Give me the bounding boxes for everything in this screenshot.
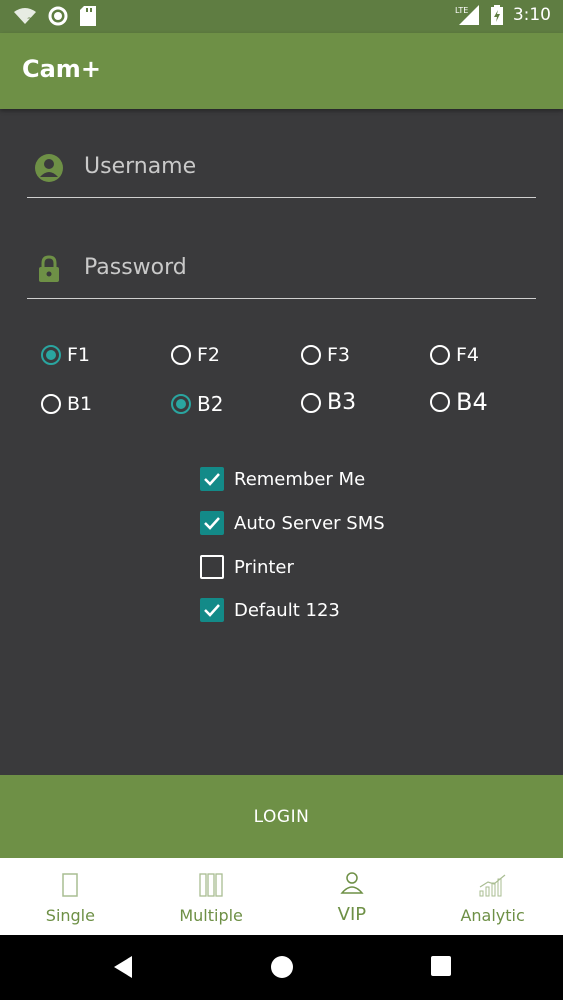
radio-b2[interactable]: B2 [171, 392, 223, 416]
checkbox[interactable] [200, 555, 224, 579]
radio-f1[interactable]: F1 [41, 344, 90, 366]
checkbox-default-123[interactable]: Default 123 [200, 598, 340, 622]
battery-icon [490, 5, 503, 25]
lte-label: LTE [455, 6, 468, 15]
radio-f4[interactable]: F4 [430, 344, 479, 366]
radio-button[interactable] [171, 394, 191, 414]
radio-b3[interactable]: B3 [301, 390, 356, 415]
tab-vip[interactable]: VIP [282, 858, 423, 935]
checkbox-auto-server-sms[interactable]: Auto Server SMS [200, 511, 385, 535]
tab-analytic[interactable]: Analytic [422, 858, 563, 935]
radio-b1[interactable]: B1 [41, 393, 92, 415]
sd-card-icon [80, 6, 96, 26]
radio-b4[interactable]: B4 [430, 388, 488, 416]
checkbox-remember-me[interactable]: Remember Me [200, 467, 365, 491]
login-button[interactable]: LOGIN [0, 775, 563, 858]
radio-f3[interactable]: F3 [301, 344, 350, 366]
checkbox-printer[interactable]: Printer [200, 555, 294, 579]
system-navigation-bar [0, 935, 563, 1000]
username-input[interactable]: Username [84, 154, 196, 179]
radio-button[interactable] [41, 394, 61, 414]
radio-button[interactable] [430, 392, 450, 412]
recents-icon[interactable] [430, 955, 452, 977]
radio-button[interactable] [430, 345, 450, 365]
lock-icon [39, 255, 59, 282]
app-bar: Cam+ [0, 33, 563, 109]
checkbox[interactable] [200, 598, 224, 622]
app-title: Cam+ [22, 55, 101, 83]
checkbox[interactable] [200, 511, 224, 535]
radio-button[interactable] [301, 345, 321, 365]
radio-button[interactable] [171, 345, 191, 365]
home-icon[interactable] [270, 955, 294, 979]
single-icon [62, 873, 79, 897]
signal-icon: LTE [455, 5, 479, 25]
password-input[interactable]: Password [84, 255, 187, 280]
password-field[interactable]: Password [27, 249, 536, 299]
multiple-icon [199, 873, 223, 897]
back-icon[interactable] [112, 955, 134, 979]
tab-single[interactable]: Single [0, 858, 141, 935]
checkmark-icon [204, 604, 220, 617]
bottom-navigation: Single Multiple VIP Analytic [0, 858, 563, 935]
checkmark-icon [204, 517, 220, 530]
status-bar: ? LTE 3:10 [0, 0, 563, 33]
tab-multiple[interactable]: Multiple [141, 858, 282, 935]
wifi-icon: ? [14, 8, 36, 25]
radio-button[interactable] [301, 392, 321, 413]
svg-text:?: ? [27, 17, 32, 25]
radio-f2[interactable]: F2 [171, 344, 220, 366]
username-field[interactable]: Username [27, 148, 536, 198]
checkbox[interactable] [200, 467, 224, 491]
user-icon [35, 154, 63, 182]
sync-circle-icon [48, 6, 68, 26]
radio-button[interactable] [41, 345, 61, 365]
checkmark-icon [204, 473, 220, 486]
analytic-icon [479, 874, 506, 897]
vip-icon [340, 872, 364, 894]
clock: 3:10 [512, 5, 551, 25]
